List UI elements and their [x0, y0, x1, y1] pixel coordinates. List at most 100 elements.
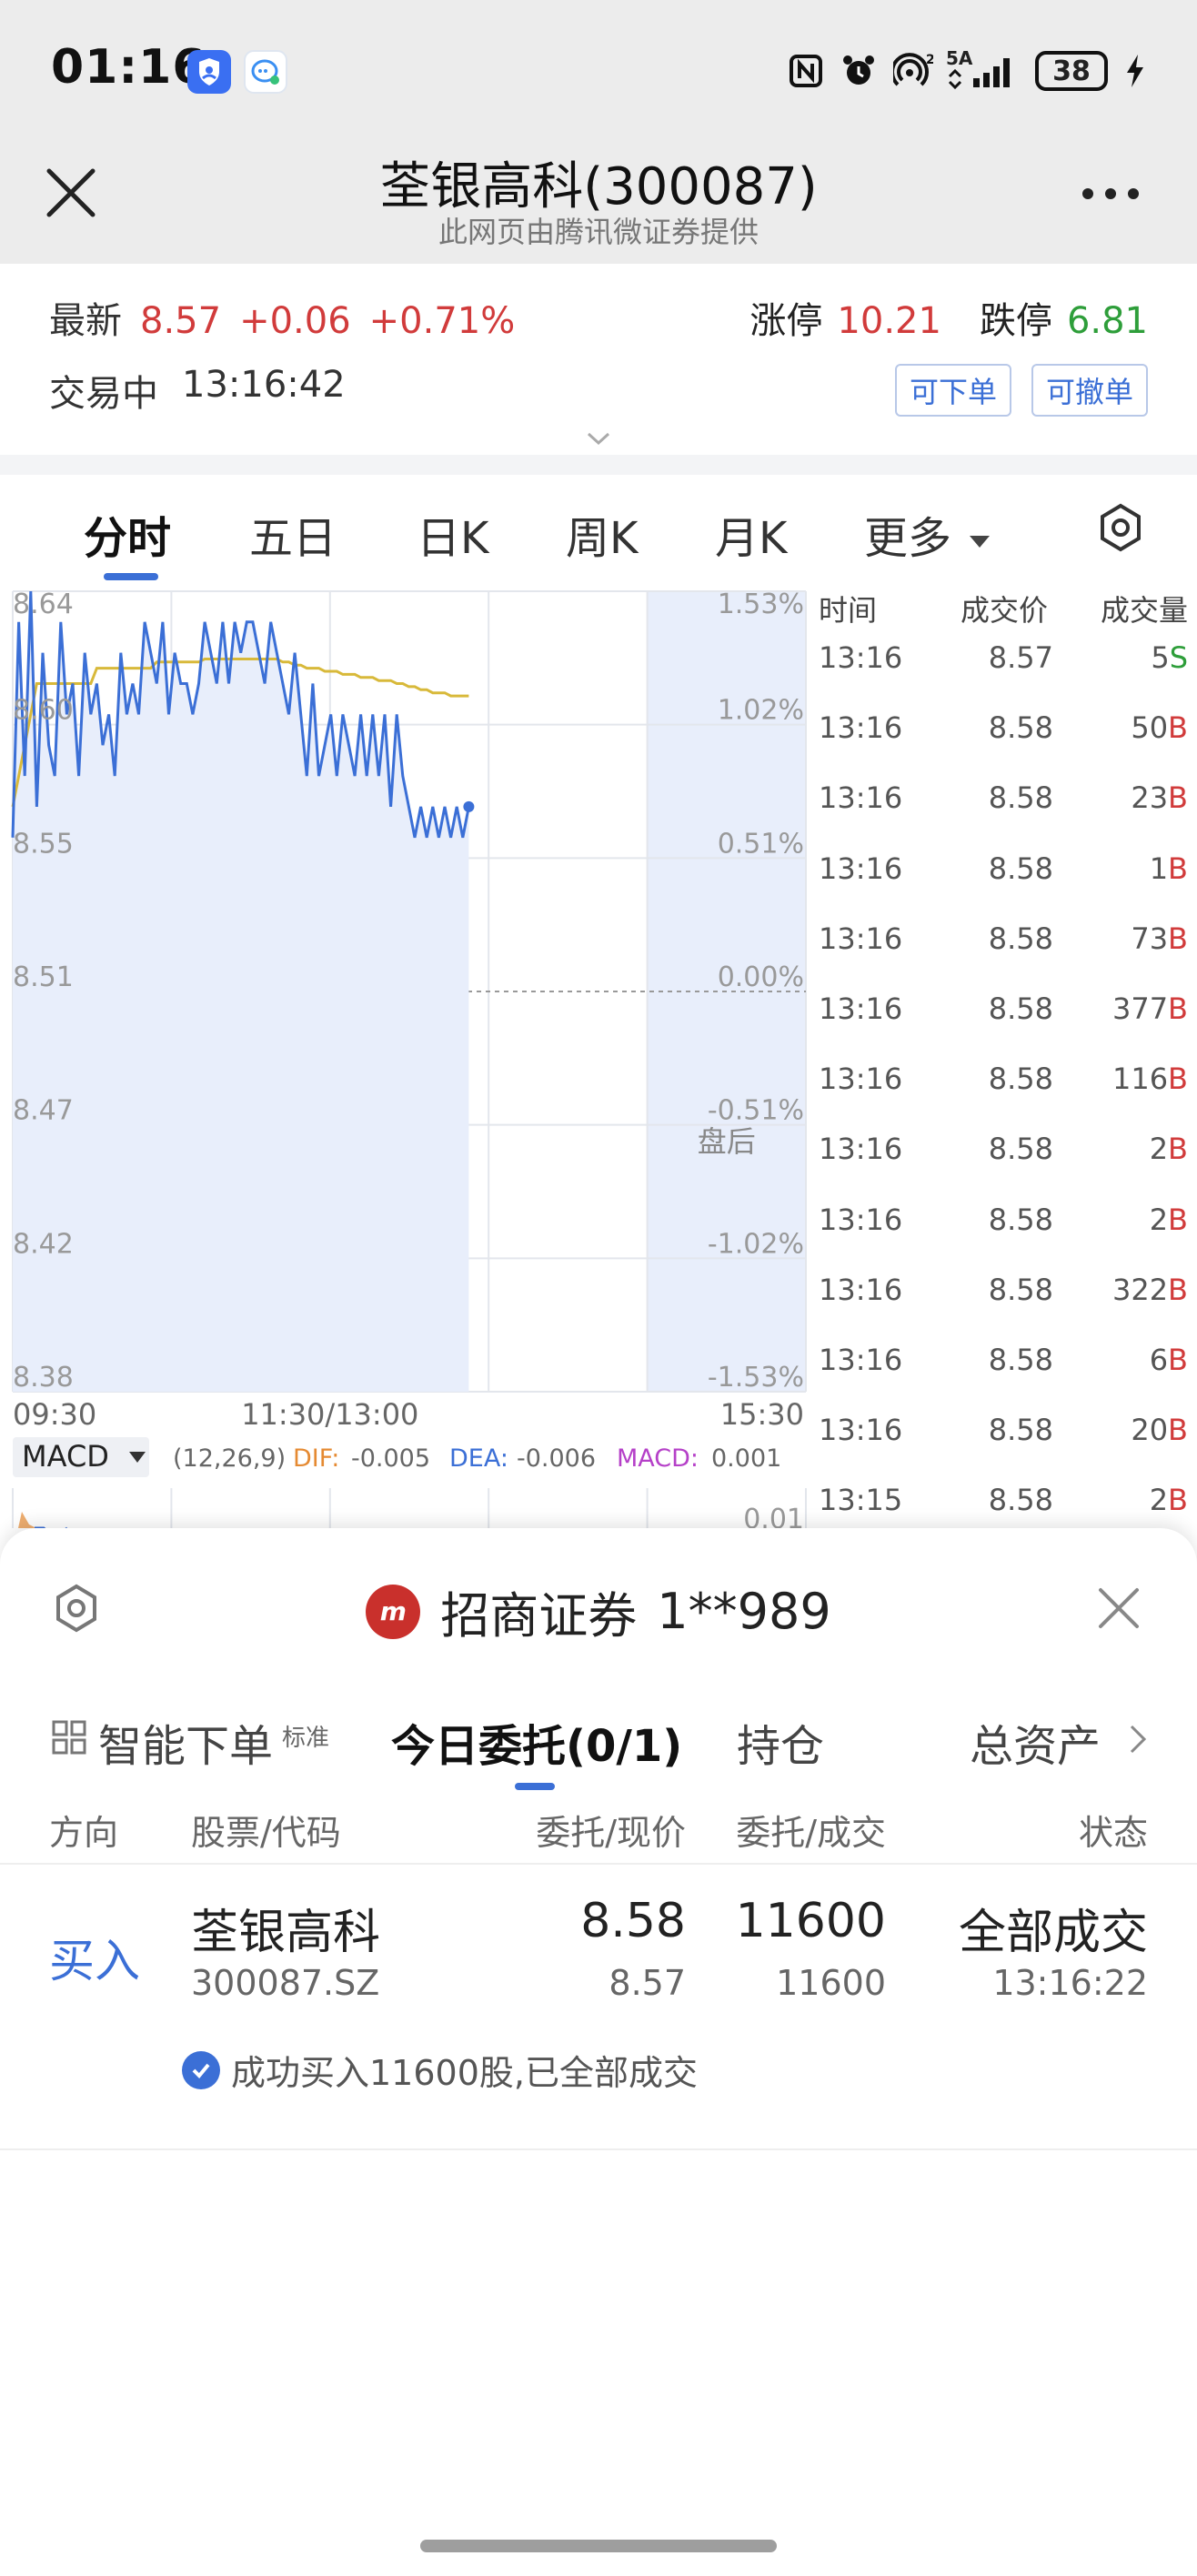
trade-price: 8.58: [988, 1483, 1053, 1518]
trade-volume: 5S: [1151, 640, 1188, 675]
trades-list[interactable]: 时间 成交价 成交量 13:16 8.57 5S 13:16 8.58 50B 13:16 8…: [810, 582, 1197, 1528]
trade-side: B: [1168, 710, 1188, 746]
alarm-icon: [840, 53, 877, 89]
tab-monthly-k[interactable]: 月K: [715, 502, 787, 566]
order-stock-code: 300087.SZ: [191, 1963, 380, 2003]
trade-side: B: [1168, 1062, 1188, 1097]
current-price-dot: [463, 800, 475, 812]
trade-time: 13:16: [819, 1202, 903, 1237]
check-circle-icon: [182, 2050, 220, 2089]
order-direction: 买入: [49, 1935, 140, 1987]
broker-logo-icon: m: [366, 1584, 421, 1639]
after-hours-label: 盘后: [698, 1124, 756, 1159]
trade-row: 13:16 8.58 116B: [810, 1040, 1197, 1110]
tab-positions[interactable]: 持仓: [737, 1710, 824, 1774]
latest-label: 最新: [49, 300, 122, 342]
tab-smart-order[interactable]: 智能下单 标准: [98, 1710, 329, 1774]
limit-down-value: 6.81: [1066, 300, 1148, 342]
expand-chevron-icon[interactable]: [586, 431, 611, 446]
tab-total-assets[interactable]: 总资产: [970, 1710, 1101, 1774]
trade-side: B: [1168, 1132, 1188, 1167]
tab-weekly-k[interactable]: 周K: [566, 502, 638, 566]
trade-price: 8.58: [988, 710, 1053, 746]
trade-time: 13:16: [819, 780, 903, 816]
y-price-tick: 8.64: [13, 589, 74, 620]
orders-header: 方向 股票/代码 委托/现价 委托/成交 状态: [0, 1801, 1197, 1865]
status-time: 01:16: [51, 40, 206, 95]
y-price-tick: 8.42: [13, 1228, 74, 1260]
trade-volume-value: 2: [1149, 1202, 1169, 1237]
trade-time: 13:16: [819, 1132, 903, 1167]
tab-five-day[interactable]: 五日: [249, 502, 337, 566]
y-price-tick: 8.38: [13, 1362, 74, 1394]
trading-state-row: 交易中 13:16:42: [49, 364, 346, 417]
trade-volume: 2B: [1150, 1202, 1188, 1237]
y-pct-tick: -1.53%: [708, 1362, 804, 1394]
trade-time: 13:15: [819, 1483, 903, 1518]
intraday-chart[interactable]: 8.64 8.60 8.55 8.51 8.47 8.42 8.38 1.53% 1.02% 0.…: [0, 582, 810, 1528]
trading-state: 交易中: [49, 373, 158, 415]
header-status: 状态: [1078, 1813, 1148, 1853]
macd-dif-label: DIF:: [293, 1444, 339, 1473]
order-stock-name: 荃银高科: [191, 1906, 381, 1960]
trade-price: 8.58: [988, 921, 1053, 956]
shield-app-icon: [187, 50, 231, 94]
tab-today-orders[interactable]: 今日委托(0/1): [391, 1710, 682, 1774]
chart-tabs: 分时 五日 日K 周K 月K 更多: [0, 475, 1197, 584]
trade-side: B: [1168, 1343, 1188, 1377]
svg-text:2: 2: [926, 53, 933, 67]
y-pct-tick: 1.02%: [718, 695, 804, 727]
home-indicator[interactable]: [420, 2540, 777, 2552]
macd-right-tick: 0.01: [743, 1504, 804, 1528]
limit-down-label: 跌停: [979, 300, 1052, 342]
account-number: 1**989: [657, 1583, 831, 1640]
panel-close-icon[interactable]: [1095, 1585, 1142, 1632]
trade-volume-value: 20: [1131, 1413, 1169, 1448]
chart-settings-icon[interactable]: [1095, 502, 1146, 553]
tab-intraday[interactable]: 分时: [84, 502, 171, 566]
trade-row: 13:16 8.58 50B: [810, 689, 1197, 759]
broker-account-title: m 招商证券 1**989: [0, 1575, 1197, 1647]
macd-params: (12,26,9): [173, 1444, 286, 1473]
y-price-tick: 8.47: [13, 1095, 74, 1127]
trade-row: 13:16 8.58 2B: [810, 1181, 1197, 1251]
macd-histogram: [18, 1512, 36, 1528]
trade-volume: 1B: [1150, 851, 1188, 886]
trade-price: 8.58: [988, 1343, 1053, 1377]
order-panel: m 招商证券 1**989 智能下单 标准 今日委托(0/1) 持仓 总资产 方向…: [0, 1528, 1197, 2576]
can-cancel-button[interactable]: 可撤单: [1031, 364, 1148, 417]
tab-more[interactable]: 更多: [864, 502, 991, 566]
trade-price: 8.58: [988, 1413, 1053, 1448]
trade-time: 13:16: [819, 921, 903, 956]
order-message-text: 成功买入11600股,已全部成交: [231, 2053, 698, 2093]
network-type: 5A: [946, 47, 973, 69]
trade-time: 13:16: [819, 1343, 903, 1377]
price-limits: 涨停 10.21 跌停 6.81: [749, 291, 1148, 344]
trade-row: 13:16 8.58 23B: [810, 759, 1197, 829]
trade-volume: 377B: [1112, 991, 1188, 1026]
charging-bolt-icon: [1124, 53, 1161, 89]
active-tab-indicator: [104, 573, 158, 580]
can-order-button[interactable]: 可下单: [894, 364, 1011, 417]
trade-volume: 73B: [1131, 921, 1188, 956]
order-quantity: 11600: [735, 1894, 886, 1948]
trade-price: 8.58: [988, 780, 1053, 816]
trade-side: B: [1168, 921, 1188, 956]
order-row[interactable]: 买入 荃银高科 300087.SZ 8.58 8.57 11600 11600 …: [0, 1867, 1197, 2150]
trade-volume-value: 2: [1149, 1483, 1169, 1518]
more-options-button[interactable]: [1079, 180, 1142, 207]
order-time: 13:16:22: [992, 1963, 1148, 2003]
trade-row: 13:16 8.58 1B: [810, 830, 1197, 900]
trade-price: 8.58: [988, 1272, 1053, 1307]
trade-volume-value: 2: [1149, 1132, 1169, 1167]
status-bar: 01:16 2 5A 38: [0, 0, 1197, 136]
trade-side: B: [1168, 1483, 1188, 1518]
trade-time: 13:16: [819, 1272, 903, 1307]
trade-volume-value: 116: [1112, 1062, 1169, 1097]
tab-daily-k[interactable]: 日K: [417, 502, 488, 566]
y-price-tick: 8.60: [13, 695, 74, 727]
trade-row: 13:16 8.58 322B: [810, 1251, 1197, 1321]
trade-price: 8.58: [988, 850, 1053, 886]
y-pct-tick: 0.51%: [718, 828, 804, 860]
trade-time: 13:16: [819, 1062, 903, 1097]
